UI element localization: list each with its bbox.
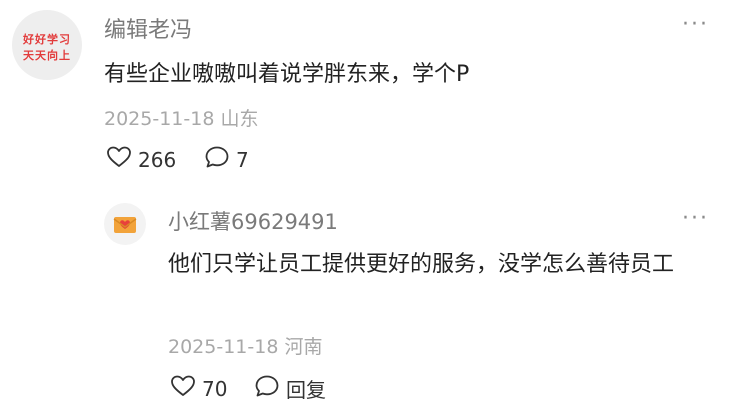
comment-count: 7: [236, 147, 249, 172]
reply-label: 回复: [286, 378, 326, 402]
comment-bubble-icon: [204, 145, 230, 174]
avatar-text-line1: 好好学习: [23, 33, 71, 46]
reply-avatar[interactable]: [104, 203, 146, 245]
reply-more-options-button[interactable]: ···: [682, 206, 709, 231]
avatar-text-line2: 天天向上: [23, 49, 71, 62]
comment-location: 山东: [220, 108, 259, 130]
more-options-button[interactable]: ···: [682, 12, 709, 37]
heart-icon: [170, 374, 196, 403]
heart-icon: [106, 145, 132, 174]
comment-bubble-icon: [254, 374, 280, 403]
reply-meta: 2025-11-18 河南: [168, 332, 322, 359]
comment-date: 2025-11-18: [104, 108, 215, 130]
reply-username[interactable]: 小红薯69629491: [168, 206, 338, 236]
comment-meta: 2025-11-18 山东: [104, 104, 258, 131]
comment-button[interactable]: 7: [204, 145, 249, 174]
reply-date: 2025-11-18: [168, 336, 279, 358]
reply-location: 河南: [284, 336, 323, 358]
reply-text: 他们只学让员工提供更好的服务，没学怎么善待员工: [168, 252, 675, 277]
reply-like-button[interactable]: 70: [170, 374, 227, 403]
reply-like-count: 70: [202, 376, 228, 401]
reply-button[interactable]: 回复: [254, 374, 326, 403]
comment-text: 有些企业嗷嗷叫着说学胖东来，学个P: [104, 62, 470, 87]
comment-username[interactable]: 编辑老冯: [104, 12, 192, 44]
mail-heart-icon: [104, 217, 146, 249]
like-count: 266: [138, 147, 177, 172]
like-button[interactable]: 266: [106, 145, 176, 174]
avatar[interactable]: 好好学习 天天向上: [12, 10, 82, 80]
